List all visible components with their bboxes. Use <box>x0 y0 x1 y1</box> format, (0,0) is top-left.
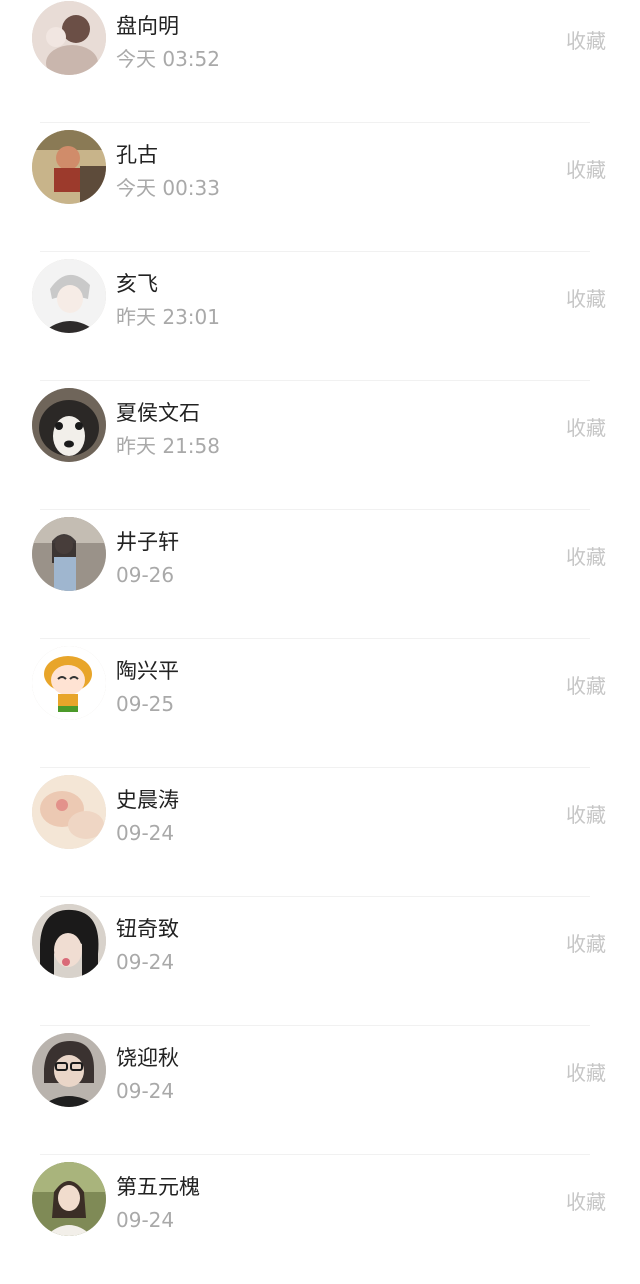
avatar[interactable] <box>32 517 106 591</box>
last-active-time: 今天 00:33 <box>116 176 220 200</box>
favorite-button[interactable]: 收藏 <box>566 28 606 54</box>
contact-name: 孔古 <box>116 143 158 167</box>
favorite-button[interactable]: 收藏 <box>566 931 606 957</box>
list-item[interactable]: 钮奇致 09-24 收藏 <box>0 897 640 1026</box>
list-item[interactable]: 饶迎秋 09-24 收藏 <box>0 1026 640 1155</box>
last-active-time: 09-24 <box>116 1208 175 1232</box>
contact-name: 盘向明 <box>116 14 179 38</box>
favorite-button[interactable]: 收藏 <box>566 1060 606 1086</box>
list-item[interactable]: 亥飞 昨天 23:01 收藏 <box>0 252 640 381</box>
contact-name: 陶兴平 <box>116 659 179 683</box>
last-active-time: 09-24 <box>116 950 175 974</box>
favorite-button[interactable]: 收藏 <box>566 802 606 828</box>
last-active-time: 09-26 <box>116 563 175 587</box>
contact-name: 亥飞 <box>116 272 158 296</box>
last-active-time: 昨天 21:58 <box>116 434 220 458</box>
list-item[interactable]: 盘向明 今天 03:52 收藏 <box>0 0 640 123</box>
avatar[interactable] <box>32 775 106 849</box>
contact-list: 盘向明 今天 03:52 收藏 孔古 今天 00:33 收藏 亥飞 昨天 23:… <box>0 0 640 1258</box>
favorite-button[interactable]: 收藏 <box>566 544 606 570</box>
list-item[interactable]: 史晨涛 09-24 收藏 <box>0 768 640 897</box>
avatar[interactable] <box>32 388 106 462</box>
avatar[interactable] <box>32 1162 106 1236</box>
favorite-button[interactable]: 收藏 <box>566 157 606 183</box>
contact-name: 第五元槐 <box>116 1175 200 1199</box>
list-item[interactable]: 夏侯文石 昨天 21:58 收藏 <box>0 381 640 510</box>
avatar[interactable] <box>32 259 106 333</box>
contact-name: 史晨涛 <box>116 788 179 812</box>
last-active-time: 09-25 <box>116 692 175 716</box>
contact-name: 井子轩 <box>116 530 179 554</box>
favorite-button[interactable]: 收藏 <box>566 673 606 699</box>
contact-name: 钮奇致 <box>116 917 179 941</box>
avatar[interactable] <box>32 1 106 75</box>
list-item[interactable]: 孔古 今天 00:33 收藏 <box>0 123 640 252</box>
list-item[interactable]: 井子轩 09-26 收藏 <box>0 510 640 639</box>
list-item[interactable]: 陶兴平 09-25 收藏 <box>0 639 640 768</box>
last-active-time: 昨天 23:01 <box>116 305 220 329</box>
favorite-button[interactable]: 收藏 <box>566 286 606 312</box>
avatar[interactable] <box>32 130 106 204</box>
avatar[interactable] <box>32 646 106 720</box>
favorite-button[interactable]: 收藏 <box>566 1189 606 1215</box>
last-active-time: 09-24 <box>116 821 175 845</box>
avatar[interactable] <box>32 904 106 978</box>
list-item[interactable]: 第五元槐 09-24 收藏 <box>0 1155 640 1284</box>
contact-name: 饶迎秋 <box>116 1046 179 1070</box>
last-active-time: 09-24 <box>116 1079 175 1103</box>
last-active-time: 今天 03:52 <box>116 47 220 71</box>
favorite-button[interactable]: 收藏 <box>566 415 606 441</box>
contact-name: 夏侯文石 <box>116 401 200 425</box>
avatar[interactable] <box>32 1033 106 1107</box>
